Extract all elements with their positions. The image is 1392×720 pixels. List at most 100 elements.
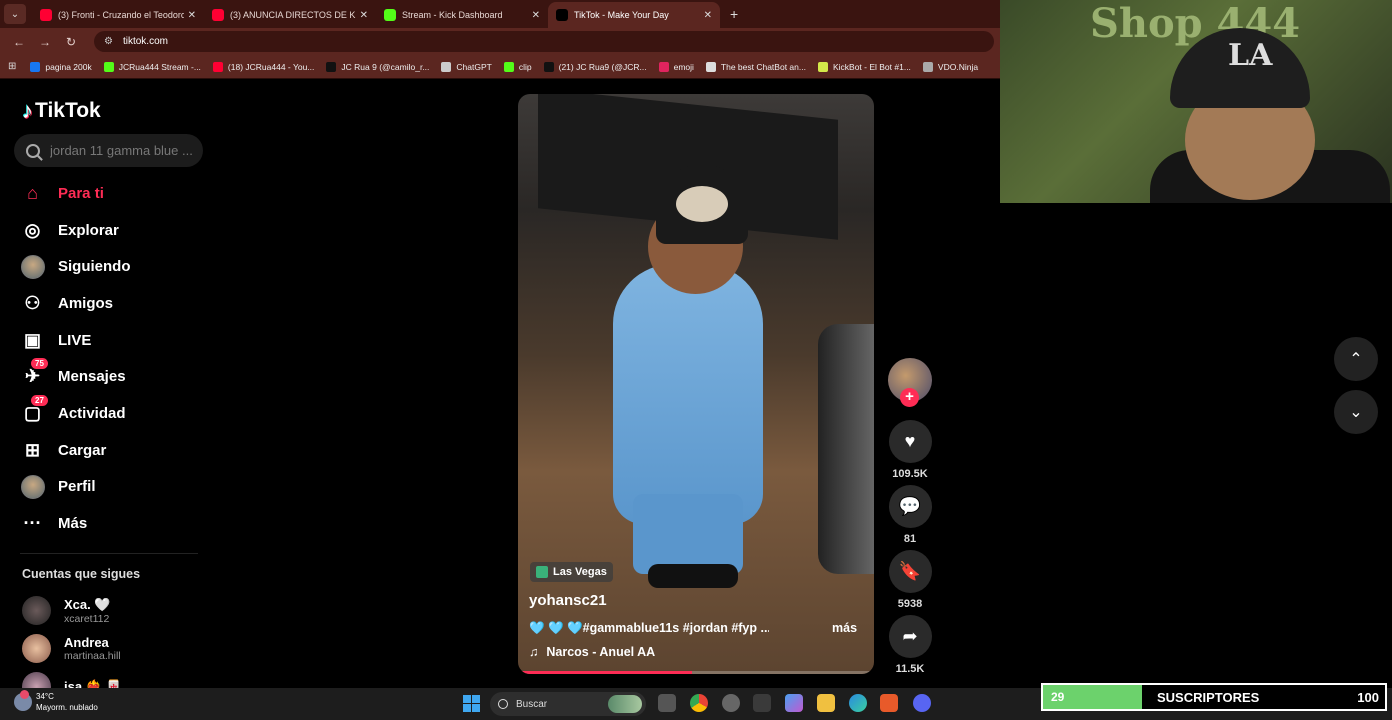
url-text: tiktok.com xyxy=(122,36,168,47)
sidebar-item[interactable]: ▢ 27 Actividad xyxy=(20,394,131,432)
following-account[interactable]: isa ❤️‍🔥 🀄 xyxy=(22,672,122,688)
bookmark-item[interactable]: clip xyxy=(503,61,532,72)
music-note-icon: ♫ xyxy=(529,645,539,659)
weather-desc: Mayorm. nublado xyxy=(36,703,98,712)
browser-tab[interactable]: TikTok - Make Your Day ✕ xyxy=(548,2,720,28)
following-account[interactable]: Andrea martinaa.hill xyxy=(22,634,121,663)
browser-window: ⌄ (3) Fronti - Cruzando el Teodoro ✕ (3) A… xyxy=(0,0,1000,688)
browser-tab[interactable]: (3) Fronti - Cruzando el Teodoro ✕ xyxy=(32,2,204,28)
video-scene-legs xyxy=(633,494,743,574)
sidebar-item[interactable]: Perfil xyxy=(20,469,131,506)
bookmark-item[interactable]: (18) JCRua444 - You... xyxy=(212,61,315,72)
weather-widget[interactable]: 34°C Mayorm. nublado xyxy=(14,690,98,713)
bookmark-item[interactable]: VDO.Ninja xyxy=(922,61,978,72)
url-input[interactable]: ⚙ tiktok.com xyxy=(94,31,994,52)
sidebar-item[interactable]: ▣ LIVE xyxy=(20,322,131,359)
sidebar-item[interactable]: Siguiendo xyxy=(20,248,131,285)
sidebar-item[interactable]: ··· Más xyxy=(20,505,131,542)
forward-icon[interactable]: → xyxy=(34,35,56,49)
obs-icon[interactable] xyxy=(722,694,740,712)
sidebar-item-label: LIVE xyxy=(58,331,92,349)
brave-icon[interactable] xyxy=(880,694,898,712)
bookmark-item[interactable]: JCRua444 Stream -... xyxy=(103,61,201,72)
address-bar: ← → ↻ ⚙ tiktok.com xyxy=(0,28,1000,55)
tab-close-icon[interactable]: ✕ xyxy=(188,10,196,21)
comment-count: 81 xyxy=(903,533,917,545)
previous-video-button[interactable]: ⌃ xyxy=(1334,337,1378,381)
bookmark-item[interactable]: The best ChatBot an... xyxy=(705,61,806,72)
friends-icon: ⚇ xyxy=(24,292,41,313)
tab-favicon-icon xyxy=(212,9,224,21)
bookmark-item[interactable]: ChatGPT xyxy=(441,61,492,72)
search-input[interactable]: jordan 11 gamma blue ... xyxy=(14,134,203,167)
tab-close-icon[interactable]: ✕ xyxy=(532,10,540,21)
tiktok-logo[interactable]: ♪ TikTok xyxy=(22,98,101,124)
streamlabs-icon[interactable] xyxy=(753,694,771,712)
bookmark-item[interactable]: KickBot - El Bot #1... xyxy=(817,61,911,72)
sidebar-item[interactable]: ✈ 75 Mensajes xyxy=(20,358,131,395)
browser-tab[interactable]: (3) ANUNCIA DIRECTOS DE KICK ✕ xyxy=(204,2,376,28)
save-action[interactable]: 🔖 5938 xyxy=(888,550,932,610)
bookmark-label: (18) JCRua444 - You... xyxy=(227,61,315,72)
live-tv-icon: ▣ xyxy=(23,329,41,350)
sidebar-item[interactable]: ◎ Explorar xyxy=(20,212,131,249)
copilot-icon[interactable] xyxy=(785,694,803,712)
video-music[interactable]: ♫ Narcos - Anuel AA xyxy=(529,645,655,659)
following-account[interactable]: Xca. 🤍 xcaret112 xyxy=(22,596,111,625)
file-explorer-icon[interactable] xyxy=(817,694,835,712)
video-scene-object xyxy=(818,324,874,574)
description-more-link[interactable]: más xyxy=(832,621,857,635)
bookmark-item[interactable]: JC Rua 9 (@camilo_r... xyxy=(326,61,429,72)
heart-icon[interactable]: ♥ xyxy=(888,420,932,463)
follow-plus-icon[interactable]: + xyxy=(900,388,919,407)
comment-action[interactable]: 💬 81 xyxy=(888,485,932,545)
bookmark-item[interactable]: (21) JC Rua9 (@JCR... xyxy=(543,61,647,72)
reload-icon[interactable]: ↻ xyxy=(60,35,82,49)
next-video-button[interactable]: ⌄ xyxy=(1334,390,1378,434)
tab-close-icon[interactable]: ✕ xyxy=(360,10,368,21)
share-action[interactable]: ➦ 11.5K xyxy=(888,615,932,675)
comment-icon[interactable]: 💬 xyxy=(888,485,932,528)
bookmarks-bar: ⊞ pagina 200k JCRua444 Stream -... (18) JC… xyxy=(0,55,1000,79)
video-progress-bar[interactable] xyxy=(518,671,874,674)
taskbar-search[interactable]: Buscar xyxy=(490,692,646,716)
bookmark-favicon-icon xyxy=(212,61,223,72)
video-username[interactable]: yohansc21 xyxy=(529,592,607,609)
tab-close-icon[interactable]: ✕ xyxy=(704,10,712,21)
bookmark-item[interactable]: emoji xyxy=(658,61,694,72)
tab-title: (3) ANUNCIA DIRECTOS DE KICK xyxy=(230,10,356,20)
bookmark-favicon-icon xyxy=(30,61,41,72)
video-scene-shoes xyxy=(648,564,738,588)
messages-icon: ✈ 75 xyxy=(20,358,48,389)
like-action[interactable]: ♥ 109.5K xyxy=(888,420,932,480)
bookmark-favicon-icon xyxy=(817,61,828,72)
bookmark-label: (21) JC Rua9 (@JCR... xyxy=(558,61,647,72)
bookmark-favicon-icon xyxy=(543,61,554,72)
tab-search-button[interactable]: ⌄ xyxy=(4,4,26,24)
site-info-icon[interactable]: ⚙ xyxy=(104,36,113,47)
back-icon[interactable]: ← xyxy=(8,35,30,49)
new-tab-button[interactable]: + xyxy=(730,6,738,22)
video-player[interactable]: Las Vegas yohansc21 🩵 🩵 🩵#gammablue11s #… xyxy=(518,94,874,674)
sidebar-item[interactable]: ⊞ Cargar xyxy=(20,432,131,469)
bookmark-icon[interactable]: 🔖 xyxy=(888,550,932,593)
video-scene-child xyxy=(613,264,763,524)
chrome-icon[interactable] xyxy=(690,694,708,712)
bookmark-item[interactable]: pagina 200k xyxy=(30,61,92,72)
share-icon[interactable]: ➦ xyxy=(888,615,932,658)
browser-tab[interactable]: Stream - Kick Dashboard ✕ xyxy=(376,2,548,28)
apps-grid-icon[interactable]: ⊞ xyxy=(8,61,16,72)
start-icon[interactable] xyxy=(463,695,480,712)
sidebar-item-label: Perfil xyxy=(58,478,96,496)
edge-icon[interactable] xyxy=(849,694,867,712)
discord-icon[interactable] xyxy=(913,694,931,712)
tab-favicon-icon xyxy=(40,9,52,21)
sidebar-item[interactable]: ⚇ Amigos xyxy=(20,285,131,322)
task-view-icon[interactable] xyxy=(658,694,676,712)
location-label: Las Vegas xyxy=(553,566,607,578)
sidebar-item[interactable]: ⌂ Para ti xyxy=(20,175,131,212)
bookmark-favicon-icon xyxy=(503,61,514,72)
location-tag[interactable]: Las Vegas xyxy=(530,562,613,582)
tab-title: (3) Fronti - Cruzando el Teodoro xyxy=(58,10,184,20)
account-handle: xcaret112 xyxy=(64,612,110,625)
